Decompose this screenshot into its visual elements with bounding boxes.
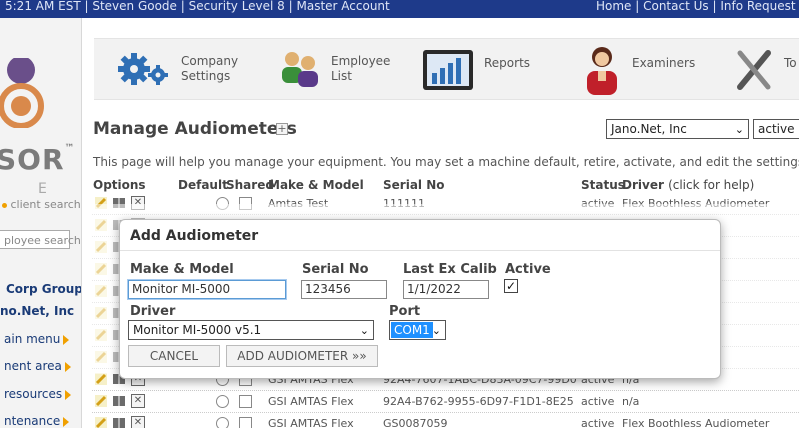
book-icon[interactable]: [112, 416, 126, 428]
make-model-cell: GSI AMTAS Flex: [268, 395, 354, 408]
col-driver: Driver (click for help): [622, 178, 755, 192]
delete-icon[interactable]: ✕: [131, 394, 145, 408]
company-settings-button[interactable]: Company Settings: [116, 39, 246, 101]
default-radio[interactable]: [216, 395, 229, 408]
brand-subtitle: E: [38, 181, 47, 197]
active-checkbox[interactable]: ✓: [504, 279, 518, 293]
serial-label: Serial No: [302, 262, 369, 277]
col-shared: Shared: [226, 178, 274, 192]
status-cell: active: [581, 395, 615, 408]
top-nav-links[interactable]: Home | Contact Us | Info Request | C: [596, 0, 799, 13]
status-select[interactable]: active a: [753, 119, 799, 139]
nav-resources[interactable]: resources: [4, 387, 72, 401]
employee-list-label: Employee List: [331, 54, 391, 83]
edit-icon[interactable]: [94, 372, 108, 386]
serial-cell: GS0087059: [383, 417, 448, 428]
chevron-down-icon: ⌄: [359, 324, 369, 337]
company-select[interactable]: Jano.Net, Inc ⌄: [606, 119, 749, 139]
edit-icon[interactable]: [94, 394, 108, 408]
reports-button[interactable]: Reports: [422, 39, 542, 101]
nav-main-menu[interactable]: ain menu: [4, 332, 70, 346]
examiners-button[interactable]: Examiners: [578, 39, 698, 101]
port-select[interactable]: COM1 ⌄: [389, 320, 446, 340]
book-icon[interactable]: [112, 394, 126, 408]
serial-cell: 92A4-B762-9955-6D97-F1D1-8E25: [383, 395, 574, 408]
page-description: This page will help you manage your equi…: [93, 155, 799, 169]
port-label: Port: [389, 304, 421, 319]
tools-button[interactable]: To: [734, 39, 799, 101]
chevron-down-icon: ⌄: [431, 324, 441, 337]
bullet-icon: [2, 202, 7, 208]
add-audiometer-dialog: Add Audiometer Make & Model Monitor MI-5…: [119, 219, 721, 379]
shared-checkbox[interactable]: [239, 395, 252, 408]
nav-management-area[interactable]: nent area: [4, 359, 71, 373]
arrow-right-icon: [64, 361, 71, 372]
make-model-input[interactable]: Monitor MI-5000: [128, 280, 286, 299]
page-title: Manage Audiometers: [93, 119, 297, 139]
gears-icon: [118, 53, 168, 85]
session-info: 5:21 AM EST | Steven Goode | Security Le…: [5, 0, 390, 13]
arrow-right-icon: [65, 389, 72, 400]
edit-icon[interactable]: [94, 416, 108, 428]
col-options: Options: [93, 178, 146, 192]
calib-label: Last Ex Calib: [403, 262, 497, 277]
driver-select[interactable]: Monitor MI-5000 v5.1 ⌄: [128, 320, 374, 340]
delete-icon[interactable]: ✕: [131, 416, 145, 428]
status-cell: active: [581, 417, 615, 428]
col-serial: Serial No: [383, 178, 445, 192]
calib-input[interactable]: 1/1/2022: [403, 280, 489, 299]
dialog-divider: [120, 250, 720, 251]
driver-help-link[interactable]: (click for help): [668, 178, 754, 192]
serial-input[interactable]: 123456: [301, 280, 387, 299]
nav-maintenance[interactable]: ntenance: [4, 414, 70, 428]
logo-icon: [0, 58, 44, 128]
people-icon: [282, 52, 318, 87]
employee-list-button[interactable]: Employee List: [274, 39, 394, 101]
arrow-right-icon: [63, 416, 70, 427]
make-model-label: Make & Model: [130, 262, 234, 277]
examiner-icon: [587, 47, 617, 95]
col-status: Status: [581, 178, 625, 192]
arrow-right-icon: [63, 334, 70, 345]
active-label: Active: [505, 262, 551, 277]
tools-label: To: [784, 56, 797, 70]
tools-icon: [737, 50, 771, 90]
add-audiometer-button[interactable]: ADD AUDIOMETER »»: [226, 345, 378, 367]
toolbar: Company Settings Employee List Reports Ex: [94, 38, 799, 100]
dialog-title: Add Audiometer: [130, 228, 259, 244]
company-label[interactable]: no.Net, Inc: [0, 304, 74, 318]
examiners-label: Examiners: [632, 56, 696, 70]
driver-cell: Flex Boothless Audiometer: [622, 417, 770, 428]
port-value: COM1: [391, 322, 433, 338]
top-bar: 5:21 AM EST | Steven Goode | Security Le…: [0, 0, 799, 18]
shared-checkbox[interactable]: [239, 417, 252, 428]
corp-group-label[interactable]: Corp Group: [6, 282, 81, 296]
brand-name: SOR™: [0, 143, 76, 176]
driver-cell: n/a: [622, 395, 640, 408]
col-make-model: Make & Model: [268, 178, 364, 192]
default-radio[interactable]: [216, 417, 229, 428]
table-row: ✕ GSI AMTAS Flex GS0087059 active Flex Booth…: [92, 413, 799, 428]
client-search-link[interactable]: client search: [2, 198, 81, 211]
driver-label: Driver: [130, 304, 176, 319]
make-model-cell: GSI AMTAS Flex: [268, 417, 354, 428]
chart-icon: [423, 50, 473, 90]
chevron-down-icon: ⌄: [734, 123, 744, 136]
employee-search-link[interactable]: ployee search: [4, 234, 81, 247]
add-icon[interactable]: +: [276, 123, 288, 135]
sidebar: SOR™ E client search ployee search Corp …: [0, 18, 82, 428]
company-settings-label: Company Settings: [181, 54, 239, 83]
col-default: Default: [178, 178, 228, 192]
cancel-button[interactable]: CANCEL: [128, 345, 220, 367]
reports-label: Reports: [484, 56, 531, 70]
table-row: ✕ GSI AMTAS Flex 92A4-B762-9955-6D97-F1D1-…: [92, 391, 799, 413]
